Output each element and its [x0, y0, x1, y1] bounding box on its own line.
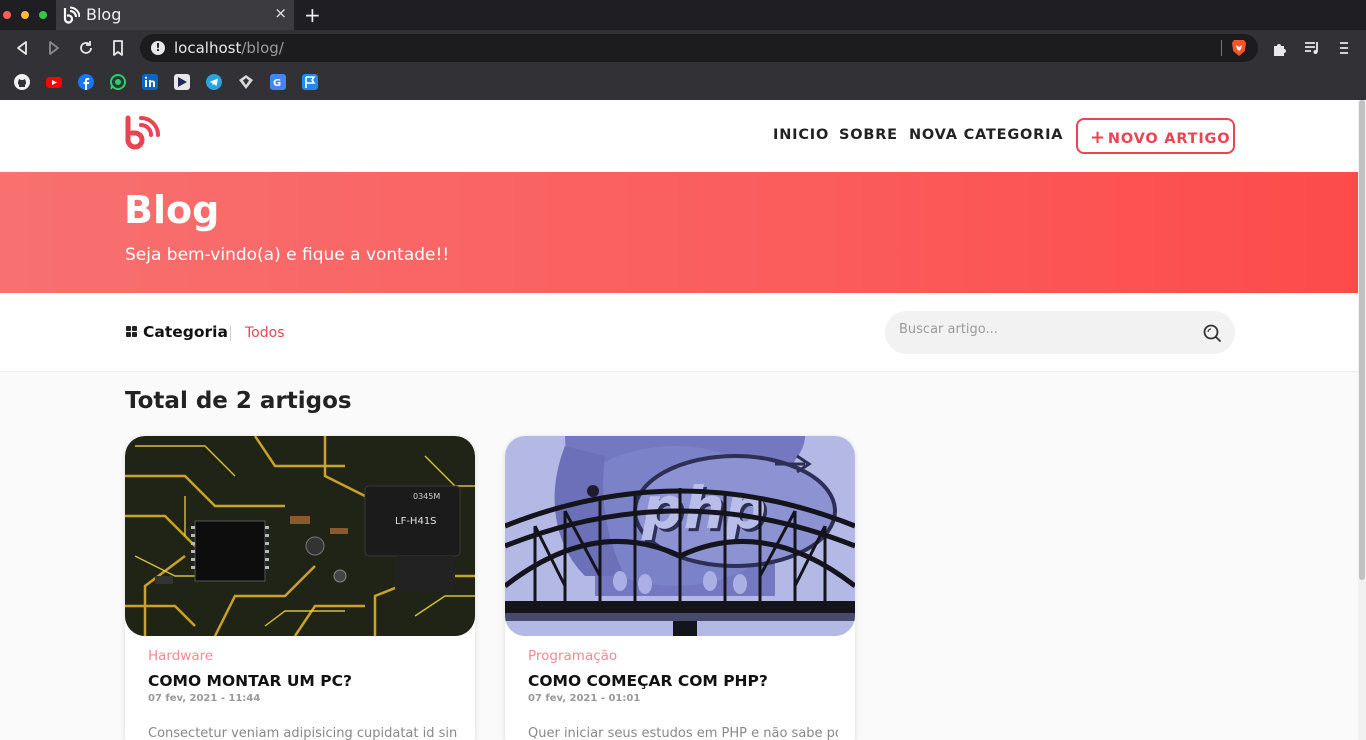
window-close-dot[interactable]	[3, 11, 11, 19]
google-play-icon[interactable]	[174, 74, 190, 90]
articles-section: Total de 2 artigos 0345M LF-H41S Hardwar…	[0, 372, 1358, 740]
category-label: Categoria	[143, 323, 228, 341]
new-article-label: NOVO ARTIGO	[1107, 131, 1231, 147]
menu-icon[interactable]	[1335, 39, 1353, 57]
nav-link-nova-categoria[interactable]: NOVA CATEGORIA	[909, 127, 1063, 143]
site-logo-icon[interactable]	[124, 114, 164, 154]
window-minimize-dot[interactable]	[21, 11, 29, 19]
youtube-icon[interactable]	[46, 74, 62, 90]
svg-text:LF-H41S: LF-H41S	[395, 516, 437, 527]
browser-tab[interactable]: Blog ×	[56, 0, 294, 30]
article-date: 07 fev, 2021 - 01:01	[528, 693, 641, 704]
scrollbar-thumb[interactable]	[1359, 100, 1365, 580]
hero-banner: Blog Seja bem-vindo(a) e fique a vontade…	[0, 172, 1358, 293]
articles-total: Total de 2 artigos	[125, 388, 352, 414]
article-image-circuit-board[interactable]: 0345M LF-H41S	[125, 436, 475, 636]
url-path: /blog/	[241, 39, 284, 57]
facebook-icon[interactable]	[78, 74, 94, 90]
search-input[interactable]	[899, 322, 1189, 337]
article-title[interactable]: COMO COMEÇAR COM PHP?	[528, 672, 768, 690]
grid-icon	[126, 326, 137, 337]
category-filter-bar: Categoria Todos	[0, 293, 1358, 372]
extensions-icon[interactable]	[1271, 39, 1289, 57]
back-icon[interactable]	[13, 39, 31, 57]
hero-subtitle: Seja bem-vindo(a) e fique a vontade!!	[125, 245, 450, 265]
svg-text:php: php	[641, 474, 766, 542]
site-navbar: INICIO SOBRE NOVA CATEGORIA + NOVO ARTIGO	[0, 100, 1358, 172]
category-divider	[230, 326, 231, 341]
article-card[interactable]: php php Programação COMO COMEÇAR COM PHP…	[505, 436, 855, 740]
address-bar[interactable]: ! localhost/blog/	[140, 34, 1258, 62]
bookmarks-bar: G	[0, 66, 1366, 100]
category-filter-todos[interactable]: Todos	[245, 325, 284, 341]
window-maximize-dot[interactable]	[39, 11, 47, 19]
google-translate-icon[interactable]: G	[270, 74, 286, 90]
article-category[interactable]: Programação	[528, 648, 617, 664]
new-tab-button[interactable]: +	[304, 3, 321, 27]
github-icon[interactable]	[14, 74, 30, 90]
whatsapp-icon[interactable]	[110, 74, 126, 90]
address-bar-divider	[1221, 40, 1222, 56]
bookmark-icon[interactable]	[109, 39, 127, 57]
svg-text:G: G	[273, 78, 281, 89]
article-image-php-elephant[interactable]: php php	[505, 436, 855, 636]
url-host: localhost	[174, 39, 242, 57]
browser-toolbar: ! localhost/blog/	[0, 30, 1366, 66]
new-article-button[interactable]: + NOVO ARTIGO	[1076, 118, 1235, 154]
svg-text:0345M: 0345M	[413, 492, 440, 501]
nav-link-inicio[interactable]: INICIO	[773, 127, 829, 143]
media-playlist-icon[interactable]	[1303, 39, 1321, 57]
search-box	[885, 311, 1235, 354]
article-category[interactable]: Hardware	[148, 648, 213, 664]
browser-tab-bar: Blog × +	[0, 0, 1366, 30]
nav-link-sobre[interactable]: SOBRE	[839, 127, 898, 143]
sourcetree-icon[interactable]	[238, 74, 254, 90]
article-excerpt: Quer iniciar seus estudos em PHP e não s…	[528, 726, 838, 740]
tab-title: Blog	[86, 5, 122, 24]
search-icon[interactable]	[1202, 323, 1222, 343]
brave-shields-icon[interactable]	[1231, 39, 1247, 57]
page-scrollbar[interactable]	[1358, 100, 1366, 740]
forward-icon[interactable]	[45, 39, 63, 57]
plus-icon: +	[1090, 127, 1106, 148]
hero-title: Blog	[124, 188, 220, 232]
flag-icon[interactable]	[302, 74, 318, 90]
site-info-icon[interactable]: !	[151, 41, 165, 55]
blog-favicon-icon	[63, 6, 80, 24]
article-card[interactable]: 0345M LF-H41S Hardware COMO MONTAR UM PC…	[125, 436, 475, 740]
tab-close-icon[interactable]: ×	[274, 4, 287, 22]
article-title[interactable]: COMO MONTAR UM PC?	[148, 672, 352, 690]
reload-icon[interactable]	[77, 39, 95, 57]
linkedin-icon[interactable]	[142, 74, 158, 90]
article-excerpt: Consectetur veniam adipisicing cupidatat…	[148, 726, 458, 740]
telegram-icon[interactable]	[206, 74, 222, 90]
article-date: 07 fev, 2021 - 11:44	[148, 693, 261, 704]
url-text[interactable]: localhost/blog/	[174, 39, 284, 57]
